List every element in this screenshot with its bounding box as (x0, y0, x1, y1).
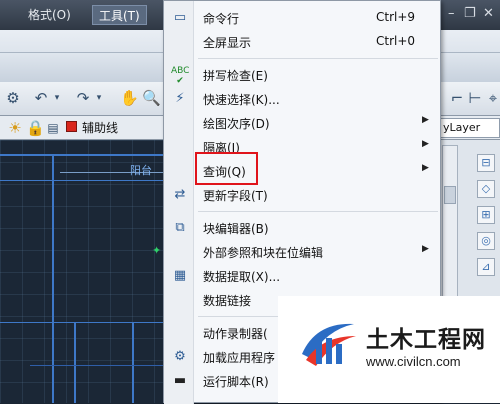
block-editor-icon: ⧉ (175, 220, 185, 235)
watermark-url: www.civilcn.com (366, 354, 461, 369)
layer-color-swatch (66, 121, 77, 132)
cad-line (132, 322, 134, 403)
civilcn-logo-icon (302, 323, 356, 366)
palette-tool-icon[interactable]: ◇ (477, 180, 495, 198)
menu-item-label: 数据链接 (203, 294, 252, 308)
layer-props-icon[interactable]: ▤ (44, 119, 62, 137)
spell-check-icon: ABC ✔ (171, 66, 190, 86)
submenu-arrow-icon: ▶ (422, 244, 429, 254)
menu-item-label: 绘图次序(D) (203, 117, 270, 131)
current-layer-name[interactable]: 辅助线 (82, 119, 118, 136)
menu-item-block-editor[interactable]: ⧉ 块编辑器(B) (164, 216, 442, 240)
cad-line (74, 322, 76, 403)
undo-dropdown-icon[interactable]: ▾ (48, 89, 66, 107)
minimize-icon[interactable]: – (448, 6, 455, 21)
submenu-arrow-icon: ▶ (422, 115, 429, 125)
menu-item-fullscreen[interactable]: 全屏显示 Ctrl+0 (164, 30, 442, 54)
menu-separator (198, 211, 438, 212)
menu-item-label: 拼写检查(E) (203, 69, 268, 83)
annotate-icon[interactable]: ⌖ (484, 89, 500, 107)
menu-item-label: 数据提取(X)... (203, 270, 281, 284)
lock-icon[interactable]: 🔒 (26, 119, 45, 137)
measure-icon[interactable]: ⊢ (466, 89, 484, 107)
menu-item-label: 更新字段(T) (203, 189, 268, 203)
restore-icon[interactable]: ❐ (464, 6, 476, 21)
sun-icon[interactable]: ☀ (6, 119, 24, 137)
room-label-balcony: 阳台 (130, 164, 152, 177)
command-line-icon: ▭ (173, 10, 187, 25)
close-icon[interactable]: ✕ (483, 6, 494, 21)
menu-item-label: 外部参照和块在位编辑 (203, 246, 324, 260)
menu-item-spell-check[interactable]: ABC ✔ 拼写检查(E) (164, 63, 442, 87)
menu-item-label: 运行脚本(R) (203, 375, 269, 389)
pan-icon[interactable]: ✋ (120, 89, 139, 107)
menu-item-label: 全屏显示 (203, 36, 252, 50)
quick-select-icon: ⚡ (175, 91, 185, 106)
cad-line (0, 322, 165, 323)
menu-item-label: 快速选择(K)... (203, 93, 280, 107)
menu-item-shortcut: Ctrl+9 (376, 10, 416, 24)
menu-item-label: 加载应用程序 (203, 351, 276, 365)
load-app-icon: ⚙ (174, 349, 186, 364)
palette-tool-icon[interactable]: ⊟ (477, 154, 495, 172)
data-extraction-icon: ▦ (173, 268, 187, 283)
scrollbar-thumb[interactable] (444, 186, 456, 204)
menu-item-draw-order[interactable]: 绘图次序(D) ▶ (164, 111, 442, 135)
menu-item-command-line[interactable]: ▭ 命令行 Ctrl+9 (164, 6, 442, 30)
palette-tool-icon[interactable]: ⊿ (477, 258, 495, 276)
match-properties-icon[interactable]: ⚙ (4, 89, 22, 107)
highlight-annotation-box (195, 152, 258, 185)
cad-line (0, 154, 165, 156)
menu-item-shortcut: Ctrl+0 (376, 34, 416, 48)
watermark-title: 土木工程网 (366, 327, 486, 353)
menu-item-update-fields[interactable]: ⇄ 更新字段(T) (164, 183, 442, 207)
submenu-arrow-icon: ▶ (422, 139, 429, 149)
menu-tools[interactable]: 工具(T) (92, 5, 147, 25)
run-script-icon: ▬ (173, 373, 187, 388)
linetype-select[interactable]: yLayer (436, 118, 500, 138)
palette-tool-icon[interactable]: ⊞ (477, 206, 495, 224)
submenu-arrow-icon: ▶ (422, 163, 429, 173)
menu-item-label: 动作录制器( (203, 327, 268, 341)
menu-format[interactable]: 格式(O) (22, 5, 77, 25)
redo-dropdown-icon[interactable]: ▾ (90, 89, 108, 107)
menu-separator (198, 58, 438, 59)
update-field-icon: ⇄ (174, 187, 186, 202)
watermark: 土木工程网 www.civilcn.com (278, 296, 500, 403)
cad-line (30, 365, 165, 366)
menu-item-label: 命令行 (203, 12, 240, 26)
menu-item-data-extraction[interactable]: ▦ 数据提取(X)... (164, 264, 442, 288)
palette-tool-icon[interactable]: ◎ (477, 232, 495, 250)
menu-item-xref-edit[interactable]: 外部参照和块在位编辑 ▶ (164, 240, 442, 264)
dimension-icon[interactable]: ⌐ (448, 89, 466, 107)
cad-line (0, 180, 165, 181)
menu-item-label: 块编辑器(B) (203, 222, 269, 236)
zoom-icon[interactable]: 🔍 (142, 89, 161, 107)
room-label: ✦ (152, 244, 162, 257)
menu-item-quick-select[interactable]: ⚡ 快速选择(K)... (164, 87, 442, 111)
